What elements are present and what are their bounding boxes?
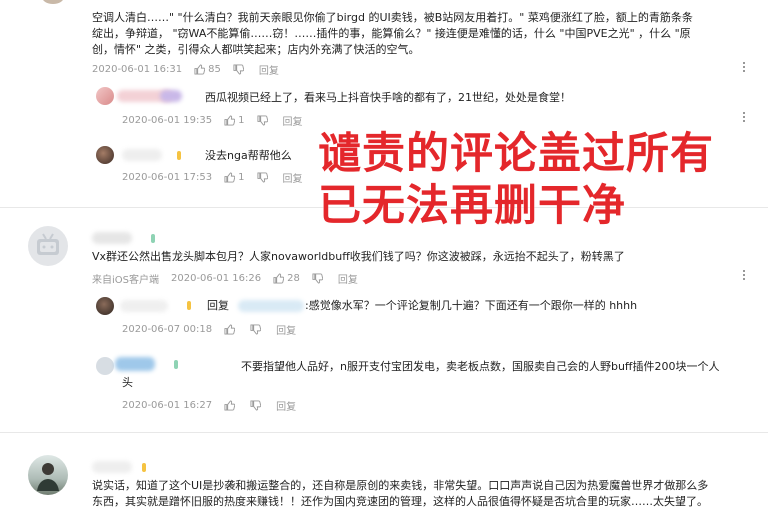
thumbs-up-icon xyxy=(194,63,206,75)
like-button[interactable] xyxy=(224,323,238,335)
person-avatar-icon xyxy=(37,463,59,491)
avatar[interactable] xyxy=(96,297,114,315)
thumbs-down-icon xyxy=(312,272,323,284)
dislike-button[interactable] xyxy=(256,171,271,183)
avatar[interactable] xyxy=(96,146,114,164)
username-blurred[interactable] xyxy=(238,300,304,312)
comment-text-line: 东西，其实就是蹭怀旧服的热度来赚钱！！还作为国内竞速团的管理，这样的人品很值得怀… xyxy=(92,495,708,508)
comment-meta: 来自iOS客户端 2020-06-01 16:26 28 回复 xyxy=(92,271,370,286)
comment-text-line: 说实话，知道了这个UI是抄袭和搬运整合的，还自称是原创的来卖钱，非常失望。口口声… xyxy=(92,479,709,492)
more-options-icon[interactable] xyxy=(742,62,746,76)
like-button[interactable]: 1 xyxy=(224,171,245,183)
reply-date: 2020-06-01 16:27 xyxy=(122,399,213,411)
level-badge xyxy=(177,151,181,160)
like-count: 1 xyxy=(238,171,245,183)
username-blurred[interactable] xyxy=(92,232,132,244)
like-button[interactable]: 85 xyxy=(194,64,221,75)
username-blurred[interactable] xyxy=(160,90,182,102)
comment-date: 2020-06-01 16:26 xyxy=(171,272,262,284)
reply-button[interactable]: 回复 xyxy=(276,322,296,337)
avatar[interactable] xyxy=(42,0,64,4)
username-blurred[interactable] xyxy=(122,149,162,161)
comment-text-line: 创，情怀" 之类，引得众人都哄笑起来；店内外充满了快活的空气。 xyxy=(92,43,420,56)
more-options-icon[interactable] xyxy=(742,270,746,284)
reply-date: 2020-06-01 19:35 xyxy=(122,114,213,126)
dislike-button[interactable] xyxy=(250,399,264,411)
thumbs-down-icon xyxy=(250,399,262,411)
reply-date: 2020-06-01 17:53 xyxy=(122,171,213,183)
more-options-icon[interactable] xyxy=(742,112,746,126)
comment-text: Vx群还公然出售龙头脚本包月？人家novaworldbuff收我们钱了吗？你这波… xyxy=(92,250,625,263)
reply-text: 没去nga帮帮他么 xyxy=(205,149,292,162)
thumbs-down-icon xyxy=(250,323,262,335)
username-blurred[interactable] xyxy=(120,300,168,312)
like-count: 85 xyxy=(208,63,221,75)
default-tv-avatar-icon xyxy=(37,233,59,255)
reply-meta: 2020-06-01 19:35 1 回复 xyxy=(122,113,315,128)
reply-meta: 2020-06-01 17:53 1 回复 xyxy=(122,170,315,185)
like-button[interactable]: 28 xyxy=(273,273,300,284)
avatar[interactable] xyxy=(28,226,68,266)
avatar[interactable] xyxy=(96,357,114,375)
reply-text: :感觉像水军？一个评论复制几十遍？下面还有一个跟你一样的 hhhh xyxy=(305,299,638,312)
thumbs-up-icon xyxy=(224,399,236,411)
reply-button[interactable]: 回复 xyxy=(259,62,279,77)
thumbs-up-icon xyxy=(224,323,236,335)
username-blurred[interactable] xyxy=(92,461,132,473)
level-badge xyxy=(142,463,146,472)
dislike-button[interactable] xyxy=(233,63,247,75)
like-count: 1 xyxy=(238,114,245,126)
comment-date: 2020-06-01 16:31 xyxy=(92,63,183,75)
divider xyxy=(0,432,768,433)
reply-prefix: 回复 xyxy=(207,299,229,312)
thumbs-down-icon xyxy=(233,63,244,75)
overlay-caption-line1: 谴责的评论盖过所有 xyxy=(318,129,714,179)
reply-meta: 2020-06-07 00:18 回复 xyxy=(122,322,308,337)
username-blurred[interactable] xyxy=(115,357,155,371)
reply-button[interactable]: 回复 xyxy=(338,271,358,286)
reply-text: 西瓜视频已经上了，看来马上抖音快手啥的都有了，21世纪，处处是食堂！ xyxy=(205,91,571,104)
reply-button[interactable]: 回复 xyxy=(283,170,303,185)
reply-date: 2020-06-07 00:18 xyxy=(122,323,213,335)
reply-text-line: 不要指望他人品好，n服开支付宝团发电，卖老板点数，国服卖自己会的人野buff插件… xyxy=(241,360,720,373)
like-count: 28 xyxy=(287,272,300,284)
reply-button[interactable]: 回复 xyxy=(276,398,296,413)
thumbs-down-icon xyxy=(256,171,268,183)
reply-text-line: 头 xyxy=(122,376,133,389)
level-badge xyxy=(151,234,155,243)
reply-button[interactable]: 回复 xyxy=(283,113,303,128)
thumbs-down-icon xyxy=(256,114,268,126)
level-badge xyxy=(187,301,191,310)
like-button[interactable] xyxy=(224,399,238,411)
comment-text-line: 绽出，争辩道， "窃WA不能算偷……窃！……插件的事，能算偷么？" 接连便是难懂… xyxy=(92,27,691,40)
thumbs-up-icon xyxy=(224,171,236,183)
level-badge xyxy=(174,360,178,369)
reply-meta: 2020-06-01 16:27 回复 xyxy=(122,398,308,413)
thumbs-up-icon xyxy=(224,114,236,126)
comment-text-line: 空调人清白……" "什么清白？我前天亲眼见你偷了birgd 的UI卖钱，被B站网… xyxy=(92,11,693,24)
comment-meta: 2020-06-01 16:31 85 回复 xyxy=(92,62,291,77)
avatar[interactable] xyxy=(28,455,68,495)
overlay-caption-line2: 已无法再删干净 xyxy=(318,181,626,231)
avatar[interactable] xyxy=(96,87,114,105)
dislike-button[interactable] xyxy=(250,323,264,335)
comment-source: 来自iOS客户端 xyxy=(92,274,159,286)
thumbs-up-icon xyxy=(273,272,285,284)
dislike-button[interactable] xyxy=(312,272,326,284)
dislike-button[interactable] xyxy=(256,114,271,126)
like-button[interactable]: 1 xyxy=(224,114,245,126)
